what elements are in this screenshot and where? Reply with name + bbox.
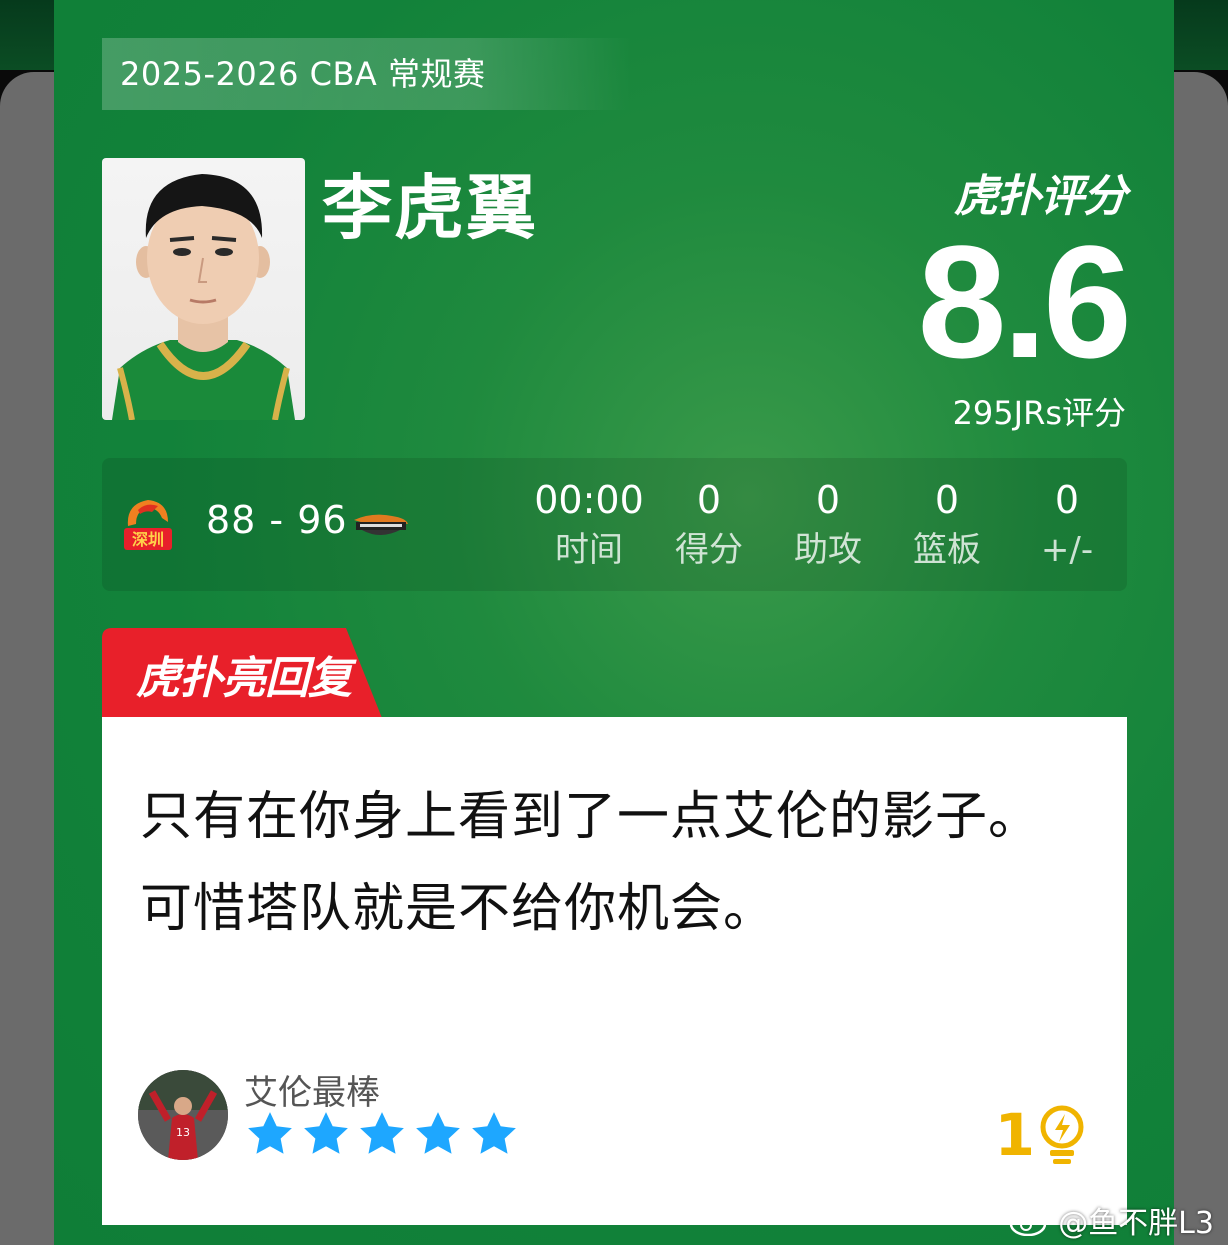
stat-points-label: 得分 [675,530,743,570]
stat-points: 0 得分 [654,476,764,576]
weibo-watermark: @鱼不胖L3 [1008,1198,1214,1242]
rating-card: 2025-2026 CBA 常规赛 李虎翼 虎扑评分 8.6 295JRs评分 … [54,0,1174,1245]
star-icon [360,1112,404,1154]
away-team-logo [352,510,410,540]
svg-text:13: 13 [176,1126,190,1139]
stat-time: 00:00 时间 [534,476,644,576]
player-photo [102,158,305,420]
stat-assists-label: 助攻 [794,530,862,570]
stat-time-label: 时间 [555,530,623,570]
stat-points-value: 0 [696,478,722,522]
shenzhen-team-logo: 深圳 [122,496,174,552]
game-stats-panel: 深圳 88 - 96 00:00 时间 0 得分 0 助攻 0 篮板 0 +/- [102,458,1127,591]
star-icon [472,1112,516,1154]
stat-assists-value: 0 [815,478,841,522]
user-name[interactable]: 艾伦最棒 [244,1065,380,1114]
stat-rebounds-label: 篮板 [913,530,981,570]
like-button[interactable]: 1 [995,1101,1085,1169]
lightbulb-icon [1040,1105,1084,1164]
stat-plus-minus: 0 +/- [1012,476,1122,576]
player-name: 李虎翼 [322,167,538,249]
rating-count: 295JRs评分 [952,394,1126,432]
reply-card: 只有在你身上看到了一点艾伦的影子。可惜塔队就是不给你机会。 13 艾伦最棒 1 [102,717,1127,1225]
like-count: 1 [994,1101,1035,1169]
star-icon [304,1112,348,1154]
home-team-label: 深圳 [132,530,164,549]
background-left-panel [0,72,60,1245]
star-icon [248,1112,292,1154]
stat-assists: 0 助攻 [773,476,883,576]
highlight-reply-title: 虎扑亮回复 [136,653,352,704]
watermark-text: @鱼不胖L3 [1058,1206,1214,1241]
stat-plus-minus-label: +/- [1040,530,1094,570]
user-avatar[interactable]: 13 [138,1070,228,1160]
stat-time-value: 00:00 [534,478,644,522]
background-right-panel [1168,72,1228,1245]
star-icon [416,1112,460,1154]
reply-text: 只有在你身上看到了一点艾伦的影子。可惜塔队就是不给你机会。 [140,787,1042,939]
stat-rebounds: 0 篮板 [892,476,1002,576]
weibo-icon [1009,1206,1051,1236]
stat-rebounds-value: 0 [934,478,960,522]
stat-plus-minus-value: 0 [1054,478,1080,522]
game-score: 88 - 96 [206,498,348,542]
season-label: 2025-2026 CBA 常规赛 [102,38,632,110]
highlight-reply-tab: 虎扑亮回复 [102,628,382,718]
rating-stars [244,1109,520,1159]
rating-score: 8.6 [917,212,1132,391]
